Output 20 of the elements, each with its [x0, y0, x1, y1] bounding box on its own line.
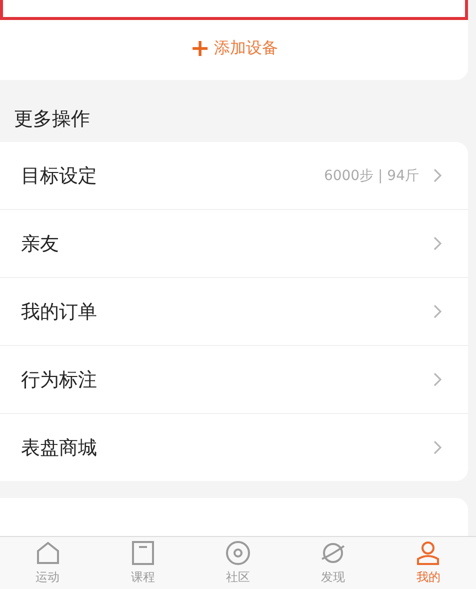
- square-icon: [130, 540, 156, 566]
- chevron-icon: [433, 372, 442, 388]
- tab[interactable]: 课程: [112, 536, 173, 589]
- tab[interactable]: 我的: [398, 536, 458, 589]
- target-icon: [224, 540, 251, 566]
- menu-item[interactable]: 亲友: [0, 210, 468, 278]
- section-title: 更多操作: [14, 107, 90, 132]
- chevron-icon: [433, 304, 442, 320]
- chevron-icon: [433, 440, 442, 456]
- menu-item[interactable]: 表盘商城: [0, 414, 468, 482]
- chevron-icon: [433, 168, 442, 184]
- chevron-icon: [433, 236, 442, 252]
- tab[interactable]: 发现: [303, 536, 364, 589]
- home-icon: [34, 540, 61, 566]
- menu-item[interactable]: 我的订单: [0, 278, 468, 346]
- menu-item[interactable]: 目标设定 6000步 | 94斤: [0, 142, 468, 210]
- person-icon: [415, 540, 442, 566]
- tab[interactable]: 运动: [18, 536, 78, 589]
- menu-item[interactable]: 行为标注: [0, 346, 468, 414]
- tab[interactable]: 社区: [208, 536, 268, 589]
